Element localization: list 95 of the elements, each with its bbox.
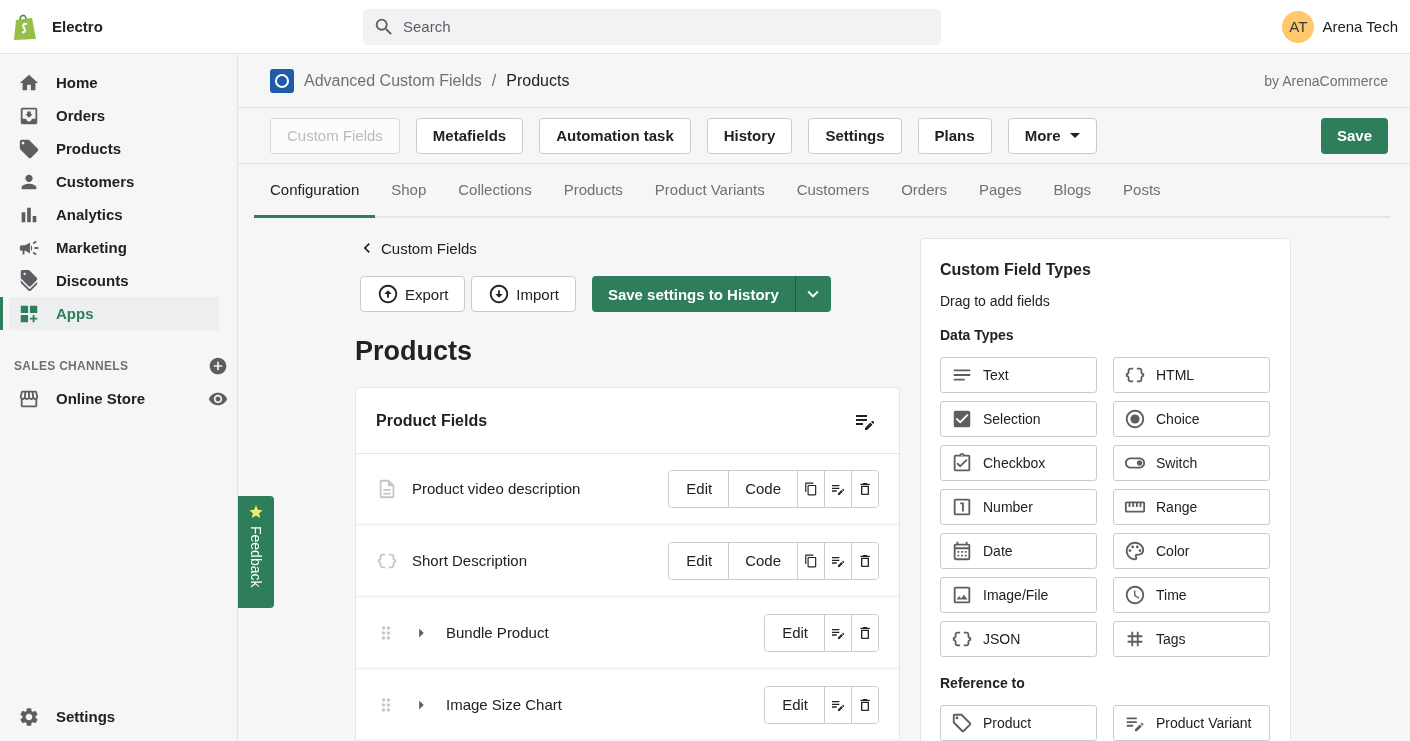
field-type-item[interactable]: Image/File xyxy=(940,577,1097,613)
search-field[interactable]: Search xyxy=(363,8,941,45)
clipboard-check-icon xyxy=(951,452,973,474)
nav-item[interactable]: Products xyxy=(0,132,219,165)
breadcrumb-separator: / xyxy=(491,71,497,90)
calendar-icon xyxy=(951,540,973,562)
toolbar-button[interactable]: Plans xyxy=(917,117,992,154)
upload-icon xyxy=(377,283,399,305)
import-button[interactable]: Import xyxy=(471,276,576,312)
field-type-item[interactable]: Choice xyxy=(1113,401,1270,437)
field-type-item[interactable]: Product Variant xyxy=(1113,705,1270,741)
back-link[interactable]: Custom Fields xyxy=(357,238,477,258)
nav-item[interactable]: Orders xyxy=(0,99,219,132)
feedback-tab[interactable]: Feedback xyxy=(238,496,274,608)
field-type-item[interactable]: HTML xyxy=(1113,357,1270,393)
tab[interactable]: Posts xyxy=(1107,164,1177,218)
card-title: Custom Field Types xyxy=(940,261,1092,279)
field-label: Bundle Product xyxy=(446,624,550,641)
nav-item[interactable]: Customers xyxy=(0,165,219,198)
field-type-item[interactable]: JSON xyxy=(940,621,1097,657)
trash-icon xyxy=(857,696,873,713)
nav-item[interactable]: Marketing xyxy=(0,231,219,264)
field-type-item[interactable]: Product xyxy=(940,705,1097,741)
store-name: Electro xyxy=(52,18,103,35)
tab[interactable]: Pages xyxy=(963,164,1038,218)
delete-button[interactable] xyxy=(851,686,878,723)
field-type-item[interactable]: Date xyxy=(940,533,1097,569)
field-label: Product video description xyxy=(412,480,582,497)
tab[interactable]: Product Variants xyxy=(638,164,781,218)
trash-icon xyxy=(857,480,873,497)
delete-button[interactable] xyxy=(851,614,878,651)
toolbar-button[interactable]: Metafields xyxy=(415,117,524,154)
user-avatar[interactable]: AT xyxy=(1282,10,1315,43)
hint-text: Drag to add fields xyxy=(940,293,1051,309)
field-type-item[interactable]: Tags xyxy=(1113,621,1270,657)
field-type-item[interactable]: Time xyxy=(1113,577,1270,613)
tab[interactable]: Collections xyxy=(442,164,548,218)
radio-icon xyxy=(1124,408,1146,430)
field-type-item[interactable]: Text xyxy=(940,357,1097,393)
number-one-icon xyxy=(951,496,973,518)
save-button[interactable]: Save xyxy=(1320,117,1388,154)
tag-icon xyxy=(951,712,973,734)
field-type-item[interactable]: Checkbox xyxy=(940,445,1097,481)
field-type-item[interactable]: Selection xyxy=(940,401,1097,437)
shopping-bag-logo xyxy=(12,12,38,41)
copy-icon xyxy=(804,481,818,496)
nav-item[interactable]: Analytics xyxy=(0,198,219,231)
field-type-item[interactable]: Range xyxy=(1113,489,1270,525)
page-title: Products xyxy=(355,336,474,367)
breadcrumb-current: Products xyxy=(506,71,570,90)
tab[interactable]: Products xyxy=(547,164,639,218)
trash-icon xyxy=(857,552,873,569)
save-history-button[interactable]: Save settings to History xyxy=(591,276,795,312)
app-logo xyxy=(270,68,294,93)
trash-icon xyxy=(857,624,873,641)
copy-icon xyxy=(804,553,818,568)
nav-item[interactable]: Apps xyxy=(0,297,219,330)
field-label: Short Description xyxy=(412,552,529,569)
add-icon[interactable] xyxy=(208,356,228,376)
user-name: Arena Tech xyxy=(1322,18,1398,35)
nav-item[interactable]: Home xyxy=(0,66,219,99)
tag-icon xyxy=(18,137,40,160)
checked-box-icon xyxy=(951,408,973,430)
clock-icon xyxy=(1124,584,1146,606)
export-button[interactable]: Export xyxy=(360,276,466,312)
section-heading: Data Types xyxy=(940,327,1015,343)
dropdown-button[interactable] xyxy=(794,276,831,312)
nav-item[interactable]: Online Store xyxy=(0,382,208,415)
tab[interactable]: Orders xyxy=(885,164,963,218)
delete-button[interactable] xyxy=(851,542,878,579)
toolbar-button[interactable]: History xyxy=(706,117,793,154)
section-heading: SALES CHANNELS xyxy=(14,359,129,373)
field-label: Image Size Chart xyxy=(446,696,563,713)
palette-icon xyxy=(1124,540,1146,562)
section-heading: Reference to xyxy=(940,675,1026,691)
nav-item[interactable]: Discounts xyxy=(0,264,219,297)
toolbar-button[interactable]: Automation task xyxy=(539,117,691,154)
settings-icon xyxy=(18,705,40,728)
nav-item[interactable]: Settings xyxy=(0,700,228,733)
toolbar-button[interactable]: More xyxy=(1007,117,1098,154)
tab[interactable]: Configuration xyxy=(254,164,376,218)
tab[interactable]: Customers xyxy=(780,164,886,218)
author-text: by ArenaCommerce xyxy=(1264,72,1388,89)
star-icon xyxy=(248,504,264,520)
tab[interactable]: Blogs xyxy=(1037,164,1108,218)
image-icon xyxy=(951,584,973,606)
field-type-item[interactable]: Color xyxy=(1113,533,1270,569)
breadcrumb-link[interactable]: Advanced Custom Fields xyxy=(304,71,482,90)
tab[interactable]: Shop xyxy=(375,164,443,218)
toolbar-button[interactable]: Settings xyxy=(808,117,902,154)
delete-button[interactable] xyxy=(851,470,878,507)
field-type-item[interactable]: Number xyxy=(940,489,1097,525)
download-icon xyxy=(488,283,511,305)
card-title: Product Fields xyxy=(376,411,488,430)
field-type-item[interactable]: Switch xyxy=(1113,445,1270,481)
